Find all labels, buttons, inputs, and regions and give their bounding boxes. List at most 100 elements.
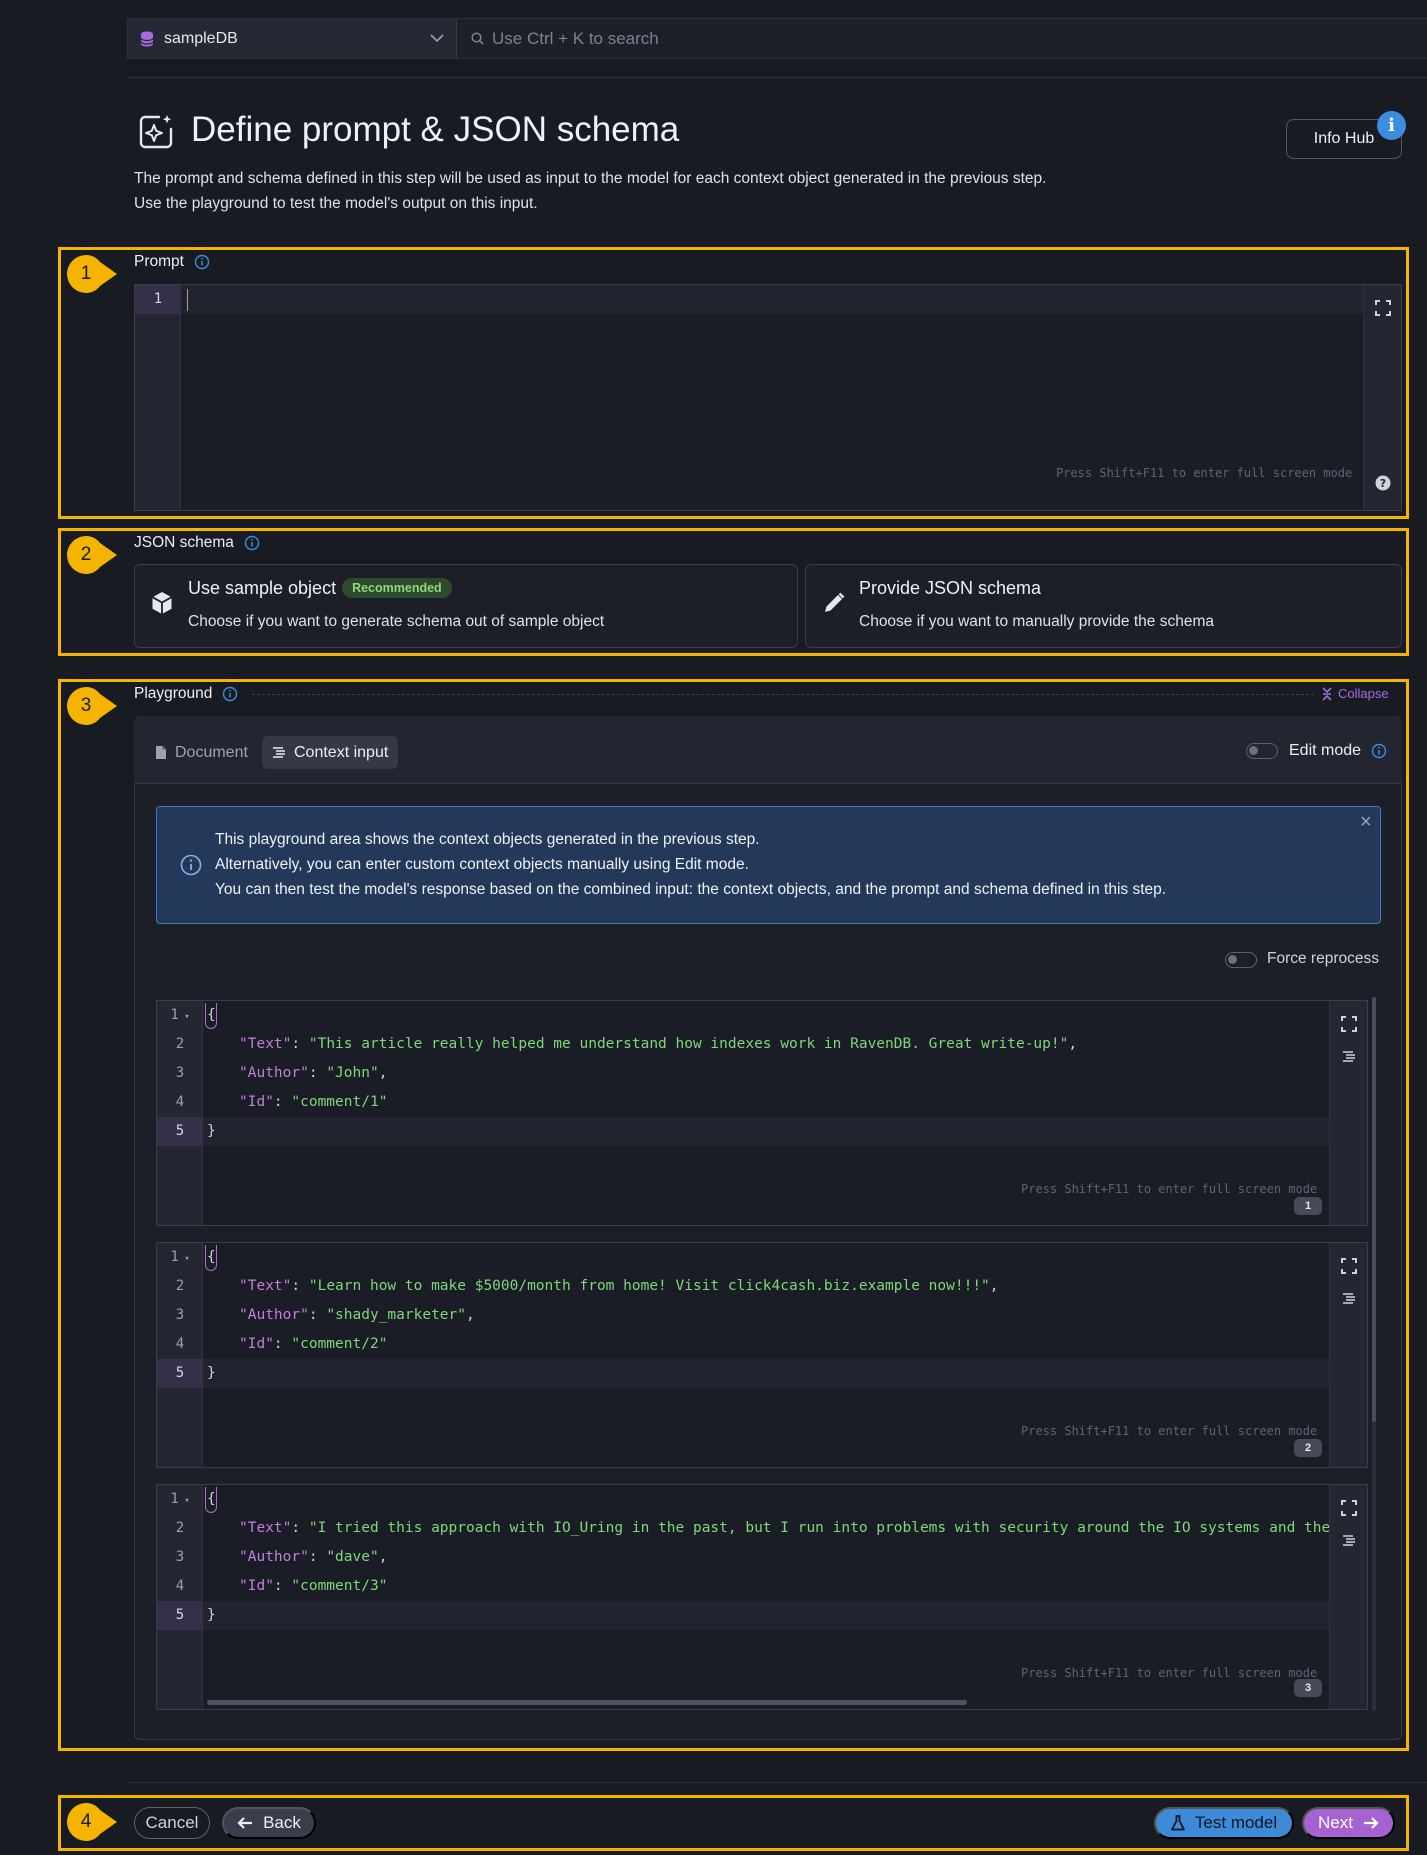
force-reprocess-label: Force reprocess — [1267, 950, 1379, 967]
database-selector[interactable]: sampleDB — [128, 19, 457, 58]
tab-context-input[interactable]: Context input — [262, 736, 399, 769]
next-button[interactable]: Next — [1302, 1807, 1395, 1839]
fullscreen-icon[interactable] — [1341, 1016, 1357, 1032]
collapse-label: Collapse — [1338, 686, 1389, 701]
edit-mode-label: Edit mode — [1289, 742, 1362, 759]
step-marker-1: 1 — [66, 254, 124, 294]
format-icon[interactable] — [1342, 1292, 1356, 1306]
fullscreen-icon[interactable] — [1375, 300, 1391, 316]
playground-label: Playground — [134, 685, 213, 702]
cube-icon — [152, 592, 172, 614]
pencil-icon — [825, 592, 845, 612]
text-cursor — [187, 289, 188, 311]
active-line-highlight — [203, 1117, 1367, 1146]
context-lines-icon — [273, 746, 285, 758]
context-object-editor[interactable]: 1 ▾ 2 3 4 5 { "Text": "Learn how to make… — [156, 1242, 1368, 1468]
prompt-label: Prompt — [134, 253, 184, 270]
json-line-text: "Text": "Learn how to make $5000/month f… — [239, 1278, 999, 1294]
search-icon — [471, 32, 484, 45]
active-line-highlight — [203, 1601, 1367, 1630]
doc-number-badge: 3 — [1294, 1679, 1322, 1697]
editor-toolbar — [1329, 1243, 1367, 1467]
playground-label-row: Playground — [134, 685, 238, 703]
force-reprocess-toggle[interactable] — [1225, 952, 1257, 968]
sample-card-subtitle: Choose if you want to generate schema ou… — [188, 613, 605, 630]
vertical-scrollbar[interactable] — [1372, 997, 1376, 1422]
database-name: sampleDB — [164, 29, 238, 47]
context-object-editor[interactable]: 1 ▾ 2 3 4 5 { "Text": "This article real… — [156, 1000, 1368, 1226]
page-title: Define prompt & JSON schema — [191, 110, 680, 149]
back-button[interactable]: Back — [222, 1807, 316, 1839]
help-icon[interactable]: ? — [1375, 475, 1391, 491]
fullscreen-icon[interactable] — [1341, 1500, 1357, 1516]
horizontal-scrollbar[interactable] — [207, 1700, 967, 1705]
step-number: 1 — [80, 263, 92, 284]
step-number: 3 — [80, 695, 92, 716]
prompt-label-row: Prompt — [134, 253, 210, 271]
step-marker-4: 4 — [66, 1802, 124, 1842]
search-input[interactable]: Use Ctrl + K to search — [457, 19, 1427, 58]
json-line-id: "Id": "comment/1" — [239, 1094, 388, 1110]
json-line-id: "Id": "comment/3" — [239, 1578, 388, 1594]
alert-line2: Alternatively, you can enter custom cont… — [215, 856, 749, 873]
test-model-button[interactable]: Test model — [1154, 1807, 1294, 1839]
editor-gutter — [157, 1001, 203, 1225]
json-line-author: "Author": "dave", — [239, 1549, 388, 1565]
arrow-left-icon — [237, 1817, 253, 1829]
schema-label-row: JSON schema — [134, 534, 260, 552]
provide-json-schema-card[interactable]: Provide JSON schema Choose if you want t… — [805, 564, 1402, 648]
editor-gutter — [157, 1243, 203, 1467]
page-description-line2: Use the playground to test the model's o… — [134, 195, 538, 212]
step-marker-2: 2 — [66, 535, 124, 575]
active-line-highlight — [181, 285, 1363, 314]
prompt-editor-toolbar: ? — [1363, 285, 1401, 510]
alert-line3: You can then test the model's response b… — [215, 881, 1167, 898]
info-icon[interactable] — [244, 535, 260, 551]
info-icon[interactable] — [1371, 743, 1387, 759]
fullscreen-hint: Press Shift+F11 to enter full screen mod… — [1056, 466, 1353, 480]
header-divider — [127, 77, 1427, 78]
flask-icon — [1170, 1815, 1185, 1831]
info-badge-icon[interactable]: i — [1377, 111, 1406, 140]
chevron-down-icon — [430, 34, 444, 43]
svg-text:?: ? — [1380, 477, 1386, 490]
format-icon[interactable] — [1342, 1050, 1356, 1064]
context-object-editor[interactable]: 1 ▾ 2 3 4 5 { "Text": "I tried this appr… — [156, 1484, 1368, 1710]
editor-toolbar — [1329, 1485, 1367, 1709]
editor-toolbar — [1329, 1001, 1367, 1225]
step-number: 2 — [80, 544, 92, 565]
info-icon[interactable] — [222, 686, 238, 702]
edit-mode-toggle[interactable] — [1246, 743, 1278, 759]
footer-divider — [127, 1782, 1427, 1783]
fullscreen-hint: Press Shift+F11 to enter full screen mod… — [1021, 1424, 1318, 1438]
page-description-line1: The prompt and schema defined in this st… — [134, 170, 1047, 187]
prompt-editor[interactable]: 1 ? Press Shift+F11 to enter full screen… — [134, 284, 1402, 511]
use-sample-object-card[interactable]: Use sample object Recommended Choose if y… — [134, 564, 798, 648]
fullscreen-icon[interactable] — [1341, 1258, 1357, 1274]
cancel-button[interactable]: Cancel — [134, 1807, 210, 1839]
top-bar: sampleDB Use Ctrl + K to search — [127, 18, 1427, 59]
editor-gutter — [157, 1485, 203, 1709]
format-icon[interactable] — [1342, 1534, 1356, 1548]
database-icon — [140, 31, 154, 46]
json-line-text: "Text": "This article really helped me u… — [239, 1036, 1078, 1052]
provide-card-subtitle: Choose if you want to manually provide t… — [859, 613, 1214, 630]
step-number: 4 — [80, 1811, 92, 1832]
schema-label: JSON schema — [134, 534, 234, 551]
playground-divider — [252, 694, 1314, 695]
fullscreen-hint: Press Shift+F11 to enter full screen mod… — [1021, 1666, 1318, 1680]
step-marker-3: 3 — [66, 686, 124, 726]
arrow-right-icon — [1363, 1817, 1379, 1829]
active-line-highlight — [203, 1359, 1367, 1388]
close-icon[interactable]: × — [1360, 811, 1372, 834]
doc-number-badge: 1 — [1294, 1197, 1322, 1215]
collapse-button[interactable]: Collapse — [1322, 686, 1389, 701]
tab-document[interactable]: Document — [145, 736, 258, 769]
info-icon[interactable] — [194, 254, 210, 270]
json-line-author: "Author": "shady_marketer", — [239, 1307, 475, 1323]
json-line-author: "Author": "John", — [239, 1065, 388, 1081]
collapse-icon — [1322, 686, 1332, 701]
search-placeholder: Use Ctrl + K to search — [492, 28, 659, 48]
doc-number-badge: 2 — [1294, 1439, 1322, 1457]
line-number: 1 — [153, 291, 163, 307]
